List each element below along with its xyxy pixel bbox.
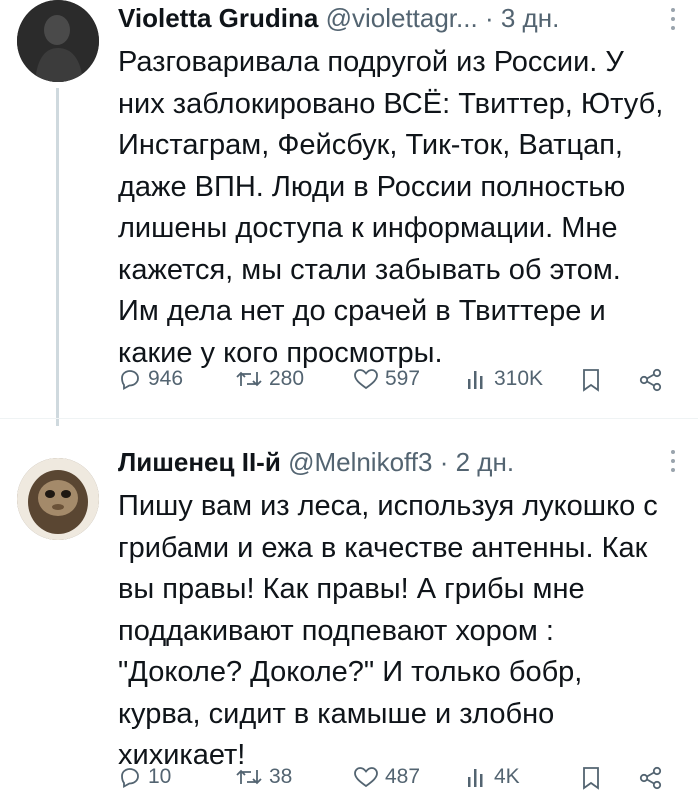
share-button[interactable] xyxy=(638,367,664,393)
like-icon xyxy=(354,369,378,390)
like-button[interactable]: 487 xyxy=(353,765,420,789)
avatar[interactable] xyxy=(17,0,99,82)
reply-count: 946 xyxy=(148,367,184,390)
separator: · xyxy=(484,3,494,33)
like-count: 487 xyxy=(385,765,421,788)
retweet-count: 280 xyxy=(269,367,305,390)
reply-count: 10 xyxy=(148,765,172,788)
share-icon xyxy=(639,766,662,790)
retweet-icon xyxy=(236,371,262,387)
tweet-header: Лишенец II-й @Melnikoff3 · 2 дн. xyxy=(118,446,658,478)
bookmark-icon xyxy=(583,369,599,392)
views-button[interactable]: 310K xyxy=(466,367,543,391)
tweet-text-line: Разговаривала подругой из России. У xyxy=(118,46,624,78)
author-name[interactable]: Лишенец II-й xyxy=(118,447,281,477)
reply-button[interactable]: 946 xyxy=(118,367,183,391)
like-button[interactable]: 597 xyxy=(353,367,420,391)
reply-button[interactable]: 10 xyxy=(118,765,171,789)
like-count: 597 xyxy=(385,367,421,390)
tweet-text: Пишу вам из леса, используя лукошко с гр… xyxy=(118,486,678,777)
share-button[interactable] xyxy=(638,765,664,791)
tweet-text-line: Инстаграм, Фейсбук, Тик-ток, Ватцап, xyxy=(118,129,623,161)
retweet-button[interactable]: 38 xyxy=(235,765,292,789)
tweet-text: Разговаривала подругой из России. У них … xyxy=(118,42,678,374)
tweet-text-line: поддакивают подпевают хором : xyxy=(118,614,554,647)
like-icon xyxy=(354,767,378,788)
timestamp[interactable]: 2 дн. xyxy=(456,447,514,477)
author-handle[interactable]: @Melnikoff3 xyxy=(288,447,432,477)
tweet-text-line: лишены доступа к информации. Мне xyxy=(118,212,618,244)
views-icon xyxy=(468,769,483,787)
bookmark-button[interactable] xyxy=(580,367,602,393)
author-handle[interactable]: @violettagr... xyxy=(326,3,478,33)
tweet-text-line: "Доколе? Доколе?" И только бобр, xyxy=(118,656,583,688)
tweet-header: Violetta Grudina @violettagr... · 3 дн. xyxy=(118,2,658,34)
bookmark-button[interactable] xyxy=(580,765,602,791)
bookmark-icon xyxy=(583,767,599,790)
timestamp[interactable]: 3 дн. xyxy=(501,3,559,33)
tweet-text-line: них заблокировано ВСЁ: Твиттер, Ютуб, xyxy=(118,87,664,120)
retweet-count: 38 xyxy=(269,765,293,788)
share-icon xyxy=(639,368,662,392)
divider xyxy=(0,418,698,419)
avatar[interactable] xyxy=(17,458,99,540)
view-count: 4K xyxy=(494,765,520,788)
more-icon[interactable] xyxy=(670,8,676,32)
tweet[interactable]: Violetta Grudina @violettagr... · 3 дн. … xyxy=(0,0,698,426)
tweet-text-line: Им дела нет до срачей в Твиттере и xyxy=(118,295,606,327)
views-button[interactable]: 4K xyxy=(466,765,520,789)
more-icon[interactable] xyxy=(670,450,676,474)
thread-line xyxy=(56,88,59,426)
reply-icon xyxy=(121,370,139,391)
reply-icon xyxy=(121,768,139,789)
separator: · xyxy=(439,447,449,477)
retweet-icon xyxy=(236,769,262,785)
views-icon xyxy=(468,371,483,389)
tweet-text-line: кажется, мы стали забывать об этом. xyxy=(118,253,621,286)
tweet-text-line: грибами и ежа в качестве антенны. Как xyxy=(118,531,648,564)
view-count: 310K xyxy=(494,367,544,390)
tweet[interactable]: Лишенец II-й @Melnikoff3 · 2 дн. Пишу ва… xyxy=(0,428,698,800)
tweet-text-line: вы правы! Как правы! А грибы мне xyxy=(118,573,585,605)
tweet-text-line: курва, сидит в камыше и злобно xyxy=(118,697,555,730)
tweet-text-line: даже ВПН. Люди в России полностью xyxy=(118,170,626,203)
action-bar: 10 38 487 4K xyxy=(118,765,678,801)
tweet-text-line: Пишу вам из леса, используя лукошко с xyxy=(118,490,658,522)
action-bar: 946 280 597 310K xyxy=(118,367,678,403)
author-name[interactable]: Violetta Grudina xyxy=(118,3,318,33)
retweet-button[interactable]: 280 xyxy=(235,367,304,391)
